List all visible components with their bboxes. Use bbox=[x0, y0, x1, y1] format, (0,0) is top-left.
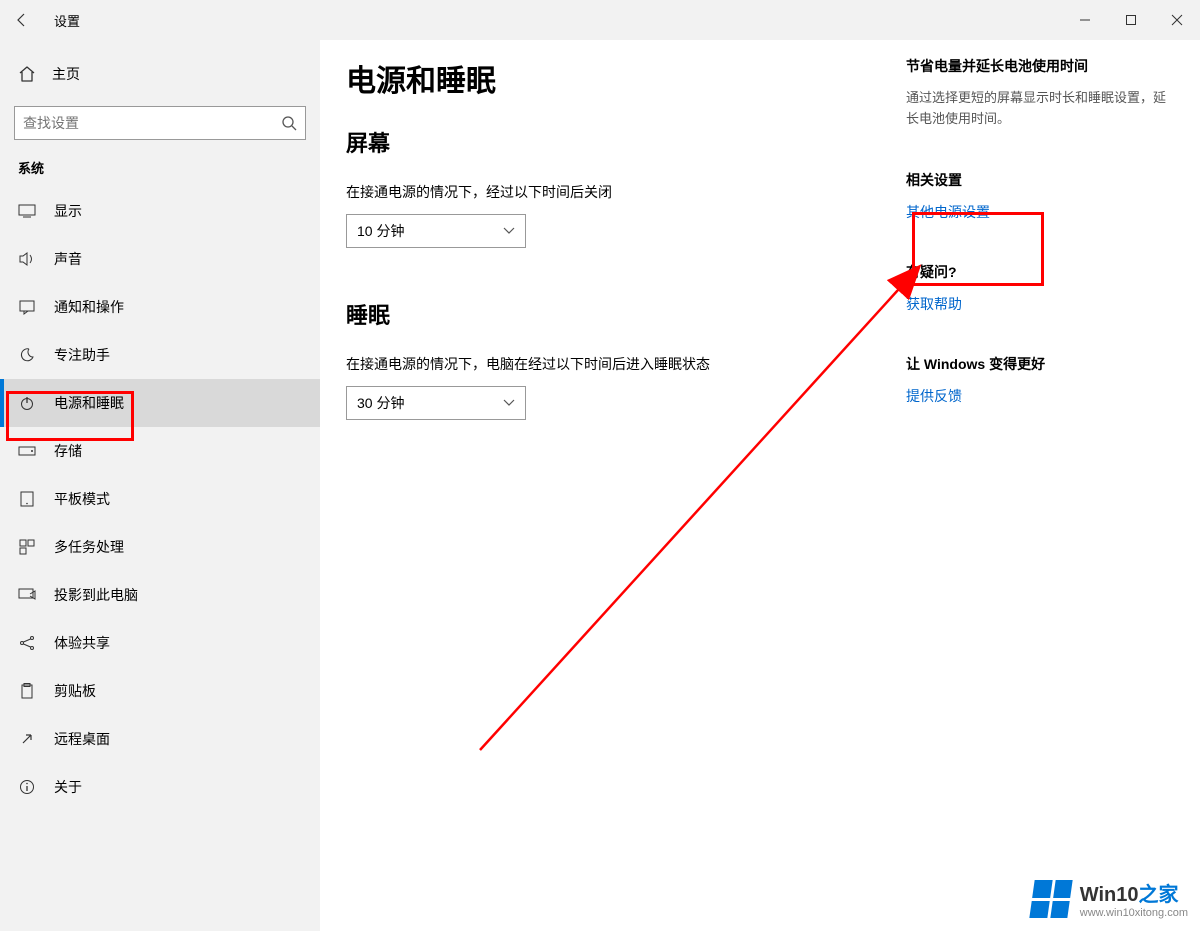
power-icon bbox=[18, 394, 36, 412]
chevron-down-icon bbox=[503, 399, 515, 407]
sidebar-item-sound[interactable]: 声音 bbox=[0, 235, 320, 283]
minimize-icon bbox=[1079, 14, 1091, 26]
moon-icon bbox=[18, 346, 36, 364]
sleep-timeout-value: 30 分钟 bbox=[357, 393, 404, 413]
home-label: 主页 bbox=[52, 64, 80, 84]
feedback-title: 让 Windows 变得更好 bbox=[906, 354, 1166, 374]
sidebar-item-tablet[interactable]: 平板模式 bbox=[0, 475, 320, 523]
page-title: 电源和睡眠 bbox=[346, 56, 906, 100]
share-icon bbox=[18, 634, 36, 652]
sidebar-item-display[interactable]: 显示 bbox=[0, 187, 320, 235]
remote-icon bbox=[18, 730, 36, 748]
sidebar-item-clipboard[interactable]: 剪贴板 bbox=[0, 667, 320, 715]
sleep-timeout-label: 在接通电源的情况下，电脑在经过以下时间后进入睡眠状态 bbox=[346, 354, 906, 374]
sidebar-item-projection[interactable]: 投影到此电脑 bbox=[0, 571, 320, 619]
question-title: 有疑问? bbox=[906, 262, 1166, 282]
display-icon bbox=[18, 202, 36, 220]
watermark-url: www.win10xitong.com bbox=[1080, 907, 1188, 919]
section-label: 系统 bbox=[0, 150, 320, 187]
sidebar-item-power[interactable]: 电源和睡眠 bbox=[0, 379, 320, 427]
sidebar-item-label: 多任务处理 bbox=[54, 537, 124, 557]
watermark: Win10之家 www.win10xitong.com bbox=[1032, 878, 1188, 919]
maximize-button[interactable] bbox=[1108, 4, 1154, 36]
sidebar-item-sharing[interactable]: 体验共享 bbox=[0, 619, 320, 667]
get-help-link[interactable]: 获取帮助 bbox=[906, 294, 1166, 314]
sidebar-item-label: 远程桌面 bbox=[54, 729, 110, 749]
notification-icon bbox=[18, 298, 36, 316]
home-icon bbox=[18, 65, 36, 83]
screen-timeout-value: 10 分钟 bbox=[357, 221, 404, 241]
sidebar-item-label: 剪贴板 bbox=[54, 681, 96, 701]
storage-icon bbox=[18, 442, 36, 460]
aside-panel: 节省电量并延长电池使用时间 通过选择更短的屏幕显示时长和睡眠设置，延长电池使用时… bbox=[906, 56, 1166, 931]
close-icon bbox=[1171, 14, 1183, 26]
windows-logo-icon bbox=[1029, 880, 1072, 918]
screen-timeout-label: 在接通电源的情况下，经过以下时间后关闭 bbox=[346, 182, 906, 202]
sidebar-item-focus[interactable]: 专注助手 bbox=[0, 331, 320, 379]
sidebar-item-label: 平板模式 bbox=[54, 489, 110, 509]
additional-power-settings-link[interactable]: 其他电源设置 bbox=[906, 202, 1166, 222]
sidebar: 主页 系统 显示 声音 通知和操作 专注助手 bbox=[0, 40, 320, 931]
close-button[interactable] bbox=[1154, 4, 1200, 36]
clipboard-icon bbox=[18, 682, 36, 700]
sleep-timeout-select[interactable]: 30 分钟 bbox=[346, 386, 526, 420]
maximize-icon bbox=[1125, 14, 1137, 26]
sidebar-item-label: 显示 bbox=[54, 201, 82, 221]
tablet-icon bbox=[18, 490, 36, 508]
related-title: 相关设置 bbox=[906, 170, 1166, 190]
home-button[interactable]: 主页 bbox=[0, 54, 320, 94]
projection-icon bbox=[18, 586, 36, 604]
sidebar-item-label: 存储 bbox=[54, 441, 82, 461]
sidebar-item-label: 关于 bbox=[54, 777, 82, 797]
sidebar-item-label: 体验共享 bbox=[54, 633, 110, 653]
main-content: 电源和睡眠 屏幕 在接通电源的情况下，经过以下时间后关闭 10 分钟 睡眠 在接… bbox=[320, 40, 1200, 931]
multitask-icon bbox=[18, 538, 36, 556]
arrow-left-icon bbox=[14, 12, 30, 28]
sidebar-item-storage[interactable]: 存储 bbox=[0, 427, 320, 475]
sidebar-item-multitask[interactable]: 多任务处理 bbox=[0, 523, 320, 571]
search-icon bbox=[281, 115, 297, 131]
sidebar-item-label: 声音 bbox=[54, 249, 82, 269]
sidebar-item-about[interactable]: 关于 bbox=[0, 763, 320, 811]
search-input[interactable] bbox=[23, 115, 281, 131]
tip-text: 通过选择更短的屏幕显示时长和睡眠设置，延长电池使用时间。 bbox=[906, 88, 1166, 130]
sound-icon bbox=[18, 250, 36, 268]
window-controls bbox=[1062, 4, 1200, 36]
watermark-brand: Win10之家 bbox=[1080, 878, 1188, 907]
sidebar-item-label: 投影到此电脑 bbox=[54, 585, 138, 605]
sidebar-item-label: 电源和睡眠 bbox=[54, 393, 124, 413]
sidebar-item-notifications[interactable]: 通知和操作 bbox=[0, 283, 320, 331]
sidebar-item-label: 专注助手 bbox=[54, 345, 110, 365]
minimize-button[interactable] bbox=[1062, 4, 1108, 36]
tip-title: 节省电量并延长电池使用时间 bbox=[906, 56, 1166, 76]
section-screen-heading: 屏幕 bbox=[346, 126, 906, 158]
chevron-down-icon bbox=[503, 227, 515, 235]
give-feedback-link[interactable]: 提供反馈 bbox=[906, 386, 1166, 406]
sidebar-item-label: 通知和操作 bbox=[54, 297, 124, 317]
titlebar: 设置 bbox=[0, 0, 1200, 40]
info-icon bbox=[18, 778, 36, 796]
screen-timeout-select[interactable]: 10 分钟 bbox=[346, 214, 526, 248]
window-title: 设置 bbox=[44, 11, 80, 30]
sidebar-item-remote[interactable]: 远程桌面 bbox=[0, 715, 320, 763]
search-box[interactable] bbox=[14, 106, 306, 140]
back-button[interactable] bbox=[0, 0, 44, 40]
section-sleep-heading: 睡眠 bbox=[346, 298, 906, 330]
